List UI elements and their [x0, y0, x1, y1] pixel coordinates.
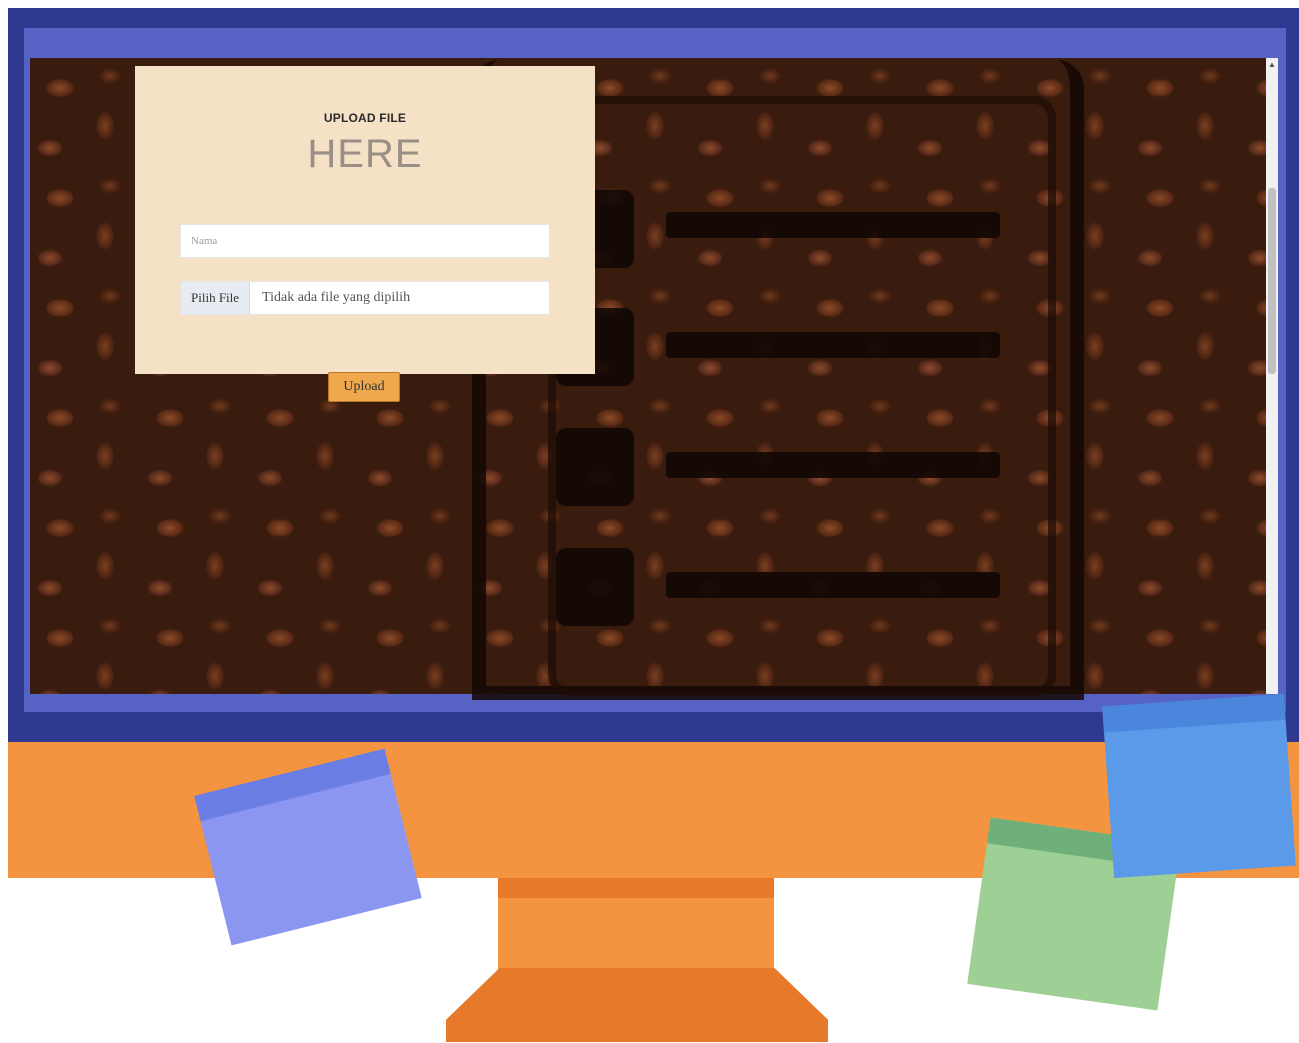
sticky-note-blue [1102, 693, 1296, 879]
page-scrollbar[interactable] [1266, 58, 1278, 694]
upload-panel: UPLOAD FILE HERE Pilih File Tidak ada fi… [135, 66, 595, 374]
upload-button[interactable]: Upload [328, 372, 400, 402]
tray-slot-box [556, 428, 634, 506]
monitor-stand-base [446, 968, 828, 1042]
tray-slot-bar [666, 452, 1000, 478]
upload-title: UPLOAD FILE [323, 111, 407, 125]
scroll-up-icon[interactable]: ▲ [1267, 60, 1277, 70]
tray-slot-bar [666, 332, 1000, 358]
scrollbar-thumb[interactable] [1268, 188, 1276, 374]
choose-file-button[interactable]: Pilih File [181, 282, 251, 314]
tray-slot-box [556, 548, 634, 626]
upload-subtitle: HERE [307, 132, 423, 176]
tray-slot-bar [666, 572, 1000, 598]
name-input[interactable] [180, 224, 550, 258]
tray-slot-bar [666, 212, 1000, 238]
file-status-text: Tidak ada file yang dipilih [262, 290, 411, 305]
monitor-stand-shadow [498, 878, 774, 898]
file-picker[interactable]: Pilih File Tidak ada file yang dipilih [180, 281, 550, 315]
